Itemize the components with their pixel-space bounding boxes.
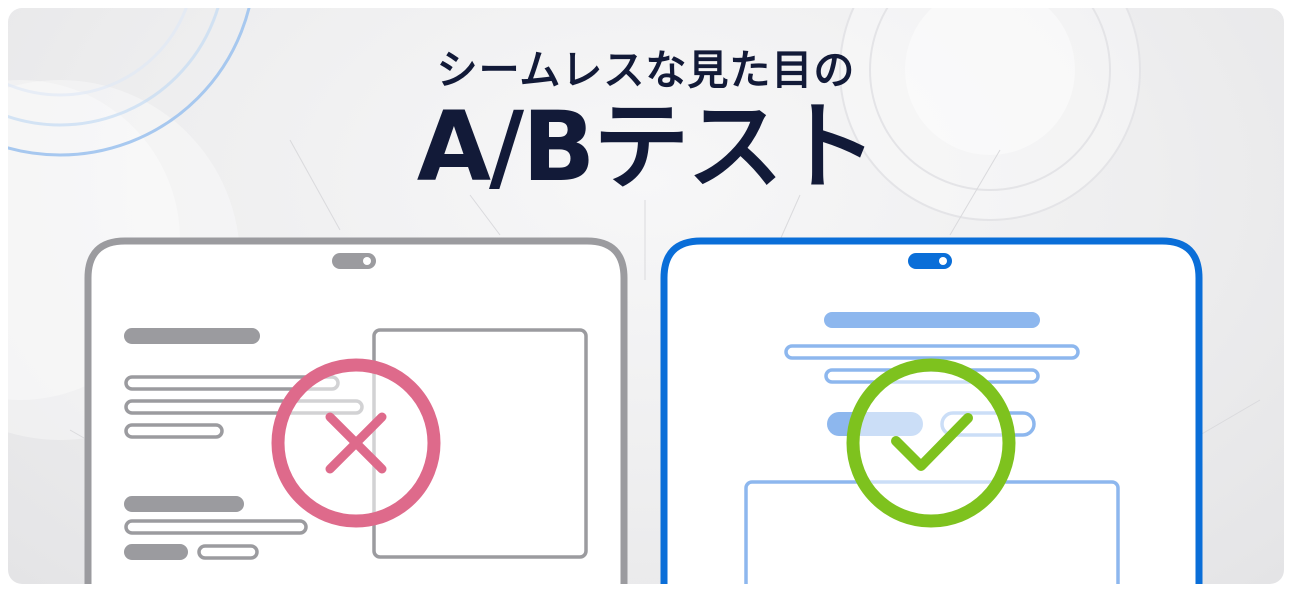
variant-a-button-bar [124,544,188,560]
variant-a-device [84,237,628,592]
bottom-margin [0,584,1292,592]
devices-illustration [0,237,1292,592]
check-mark-circle [846,358,1016,528]
variant-a-heading-bar [124,328,260,344]
variant-b-device [660,237,1203,592]
variant-a-camera-icon [363,257,371,265]
variant-a-heading-bar [124,496,244,512]
variant-b-heading-bar [824,312,1040,328]
variant-b-camera-icon [939,257,947,265]
